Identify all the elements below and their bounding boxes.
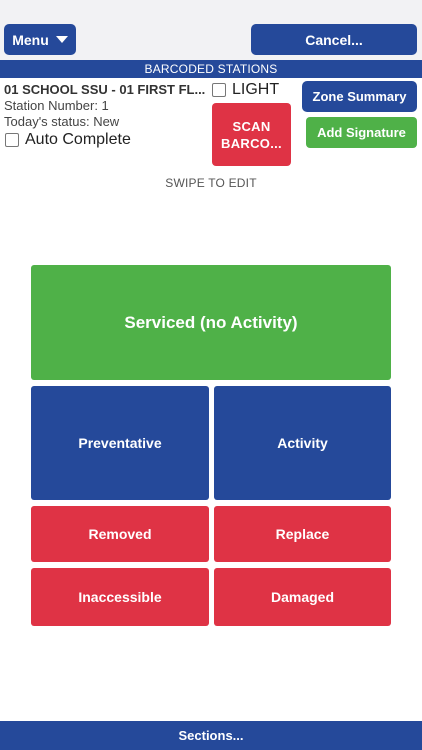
- zone-summary-button[interactable]: Zone Summary: [302, 81, 417, 112]
- swipe-hint: SWIPE TO EDIT: [165, 176, 257, 190]
- preventative-button[interactable]: Preventative: [31, 386, 209, 500]
- activity-label: Activity: [277, 435, 328, 451]
- zone-summary-label: Zone Summary: [312, 89, 407, 104]
- station-status: Today's status: New: [4, 114, 120, 129]
- auto-complete-label: Auto Complete: [25, 131, 131, 148]
- add-signature-label: Add Signature: [317, 125, 406, 140]
- replace-button[interactable]: Replace: [214, 506, 391, 562]
- auto-complete-checkbox[interactable]: [5, 133, 19, 147]
- preventative-label: Preventative: [78, 435, 162, 451]
- cancel-button[interactable]: Cancel...: [251, 24, 417, 55]
- removed-button[interactable]: Removed: [31, 506, 209, 562]
- cancel-button-label: Cancel...: [305, 31, 363, 48]
- light-checkbox[interactable]: [212, 83, 226, 97]
- station-number: Station Number: 1: [4, 98, 109, 113]
- section-title-bar: BARCODED STATIONS: [0, 60, 422, 78]
- replace-label: Replace: [275, 526, 330, 542]
- light-label: LIGHT: [232, 81, 280, 98]
- removed-label: Removed: [88, 526, 152, 542]
- section-title: BARCODED STATIONS: [144, 62, 278, 76]
- serviced-label: Serviced (no Activity): [124, 312, 298, 332]
- caret-down-icon: [55, 36, 68, 43]
- scan-barcode-button[interactable]: SCAN BARCO...: [212, 103, 291, 166]
- menu-button[interactable]: Menu: [4, 24, 76, 55]
- add-signature-button[interactable]: Add Signature: [306, 117, 417, 148]
- sections-button[interactable]: Sections...: [0, 721, 422, 750]
- station-name: 01 SCHOOL SSU - 01 FIRST FL...: [4, 82, 206, 97]
- scan-barcode-label: SCAN BARCO...: [221, 118, 282, 151]
- serviced-no-activity-button[interactable]: Serviced (no Activity): [31, 265, 391, 380]
- menu-button-label: Menu: [12, 31, 49, 48]
- inaccessible-button[interactable]: Inaccessible: [31, 568, 209, 626]
- sections-label: Sections...: [178, 728, 244, 743]
- damaged-label: Damaged: [270, 589, 335, 605]
- damaged-button[interactable]: Damaged: [214, 568, 391, 626]
- activity-button[interactable]: Activity: [214, 386, 391, 500]
- inaccessible-label: Inaccessible: [78, 589, 162, 605]
